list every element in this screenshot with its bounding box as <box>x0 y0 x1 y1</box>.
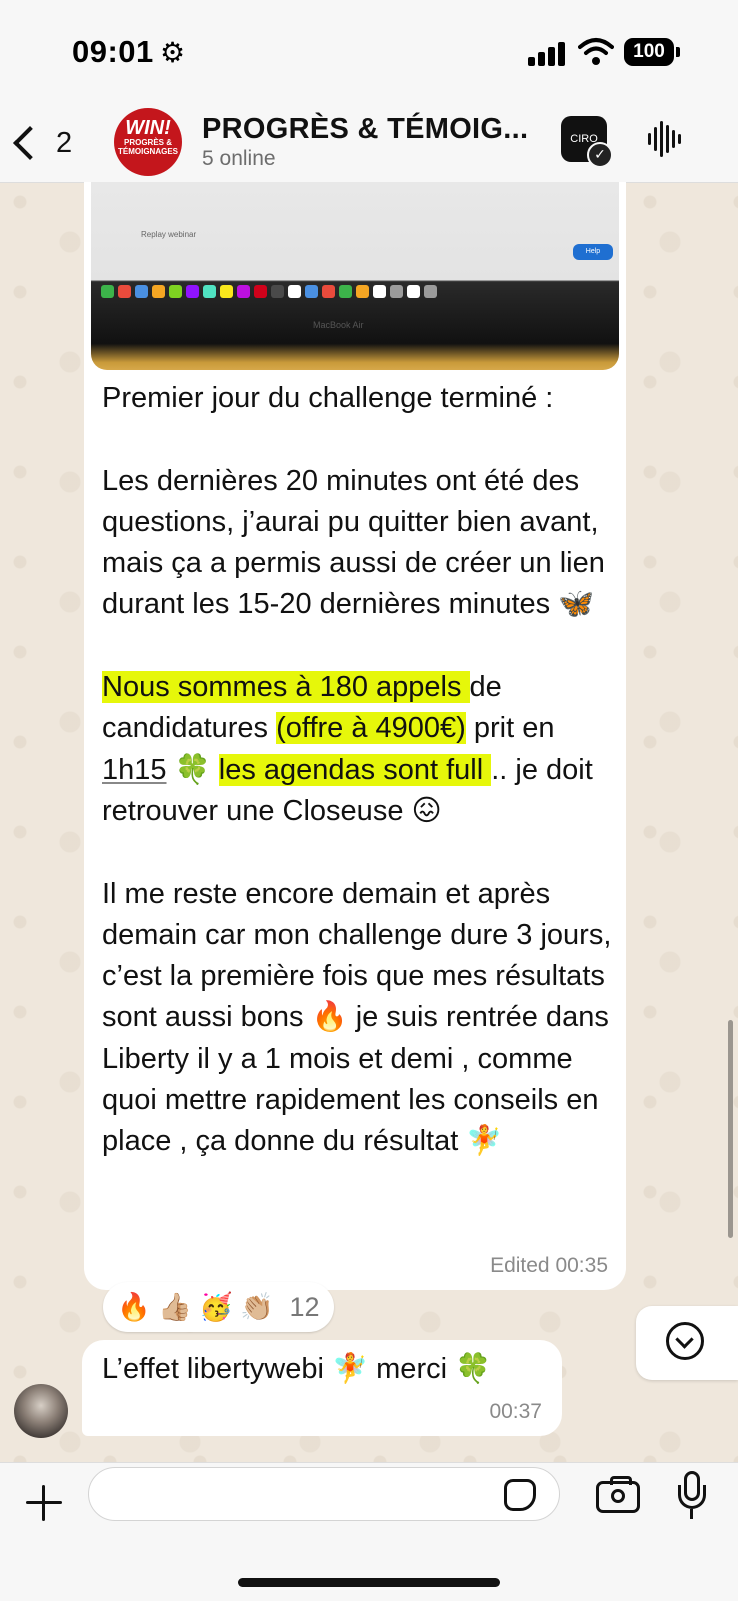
gear-icon: ⚙ <box>160 37 186 68</box>
image-help-label: Help <box>573 244 613 260</box>
group-online-status: 5 online <box>202 147 276 170</box>
check-badge-icon: ✓ <box>587 142 613 168</box>
status-bar: 09:01 ⚙ 100 <box>0 0 738 105</box>
message-timestamp: Edited 00:35 <box>490 1254 608 1277</box>
app-shortcut-icon[interactable]: CIRO ✓ <box>561 116 613 168</box>
status-time: 09:01 <box>72 34 154 69</box>
highlight-offer: (offre à 4900€) <box>276 712 466 745</box>
battery-indicator: 100 <box>624 38 674 66</box>
reactions-bar[interactable]: 🔥 👍🏼 🥳 👏🏼 12 <box>103 1282 334 1332</box>
group-avatar[interactable]: WIN! PROGRÈS & TÉMOIGNAGES <box>114 108 182 176</box>
mic-icon[interactable] <box>678 1471 706 1523</box>
battery-cap <box>676 47 680 57</box>
duration-link[interactable]: 1h15 <box>102 754 167 786</box>
avatar-logo-subtext: PROGRÈS & TÉMOIGNAGES <box>117 138 178 156</box>
image-caption-snippet: Replay webinar <box>141 230 197 239</box>
image-dock <box>99 282 611 302</box>
scrollbar[interactable] <box>728 1020 733 1238</box>
sender-avatar[interactable] <box>14 1384 68 1438</box>
plus-icon[interactable] <box>24 1483 64 1523</box>
reply-message-bubble[interactable]: L’effet libertywebi 🧚 merci 🍀 00:37 <box>82 1340 562 1436</box>
highlight-agendas: les agendas sont full <box>218 753 492 786</box>
reply-message-text: L’effet libertywebi 🧚 merci 🍀 <box>102 1353 492 1385</box>
message-text-segment: prit en <box>465 712 563 745</box>
home-indicator[interactable] <box>238 1578 500 1587</box>
message-text-segment: 🍀 <box>166 753 219 786</box>
camera-icon[interactable] <box>596 1476 640 1513</box>
sticker-icon[interactable] <box>504 1479 536 1511</box>
reaction-count: 12 <box>289 1292 320 1322</box>
wifi-icon <box>578 38 614 65</box>
message-line-1: Premier jour du challenge terminé : <box>102 382 554 414</box>
message-paragraph-2: Les dernières 20 minutes ont été des que… <box>102 464 613 621</box>
back-button[interactable]: 2 <box>12 115 82 171</box>
message-image[interactable]: Replay webinar Help MacBook Air <box>91 182 619 370</box>
group-title[interactable]: PROGRÈS & TÉMOIG... <box>202 113 528 146</box>
unread-count: 2 <box>56 127 73 159</box>
image-brand-text: MacBook Air <box>313 320 364 330</box>
reply-timestamp: 00:37 <box>489 1400 542 1423</box>
message-paragraph-4: Il me reste encore demain et après demai… <box>102 877 620 1158</box>
voice-chat-icon[interactable] <box>648 119 684 159</box>
message-text: Premier jour du challenge terminé : Les … <box>102 378 618 1163</box>
back-chevron-icon <box>13 126 47 160</box>
avatar-logo-text: WIN! <box>125 117 171 139</box>
scroll-down-button[interactable] <box>636 1306 738 1380</box>
highlight-calls: Nous sommes à 180 appels <box>102 671 470 704</box>
message-bubble[interactable]: Replay webinar Help MacBook Air Premier … <box>84 182 626 1290</box>
signal-icon <box>528 40 568 66</box>
reaction-emojis: 🔥 👍🏼 🥳 👏🏼 <box>117 1292 274 1322</box>
message-input[interactable] <box>88 1467 560 1521</box>
chat-header: 2 WIN! PROGRÈS & TÉMOIGNAGES PROGRÈS & T… <box>0 105 738 183</box>
